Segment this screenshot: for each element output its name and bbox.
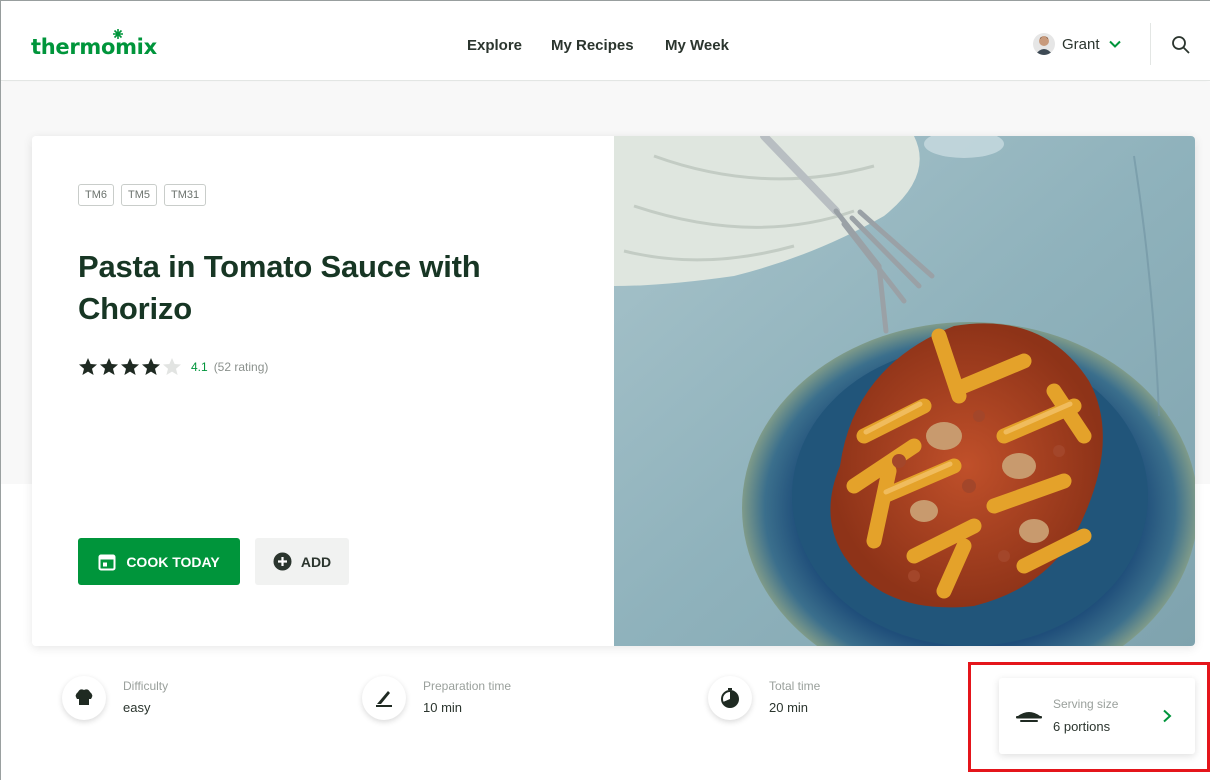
thermomix-logo[interactable]: thermomix <box>31 35 157 59</box>
top-navigation-bar: thermomix Explore My Recipes My Week Gra… <box>1 1 1210 81</box>
add-button[interactable]: ADD <box>255 538 349 585</box>
recipe-hero-card: TM6 TM5 TM31 Pasta in Tomato Sauce with … <box>32 136 1195 646</box>
difficulty-value: easy <box>123 700 151 715</box>
cook-today-button[interactable]: COOK TODAY <box>78 538 240 585</box>
difficulty-label: Difficulty <box>123 679 169 693</box>
device-tag: TM5 <box>121 184 157 206</box>
difficulty-info: Difficulty easy <box>62 676 168 720</box>
rating-count: (52 rating) <box>213 360 269 374</box>
cook-today-label: COOK TODAY <box>126 553 220 570</box>
star-filled-icon <box>142 358 160 375</box>
rating-value: 4.1 <box>191 360 208 374</box>
serving-size-button[interactable]: Serving size 6 portions <box>999 678 1195 754</box>
recipe-rating[interactable]: 4.1 (52 rating) <box>78 357 268 377</box>
serving-dish-icon <box>1016 712 1042 722</box>
preparation-time-label: Preparation time <box>423 679 512 693</box>
user-menu[interactable]: Grant <box>1033 33 1121 55</box>
device-tag: TM31 <box>164 184 207 206</box>
star-filled-icon <box>121 358 139 375</box>
timer-icon <box>708 676 752 720</box>
total-time-label: Total time <box>769 679 821 693</box>
star-empty-icon <box>163 358 181 375</box>
add-label: ADD <box>300 553 332 570</box>
preparation-time-info: Preparation time 10 min <box>362 676 511 720</box>
calendar-icon <box>98 554 116 570</box>
star-filled-icon <box>79 358 97 375</box>
chef-hat-icon <box>62 676 106 720</box>
device-tag: TM6 <box>78 184 114 206</box>
header-divider <box>1150 23 1151 65</box>
star-filled-icon <box>100 358 118 375</box>
nav-my-week[interactable]: My Week <box>665 37 729 54</box>
nav-explore[interactable]: Explore <box>467 37 522 54</box>
total-time-info: Total time 20 min <box>708 676 820 720</box>
serving-size-value: 6 portions <box>1053 719 1111 734</box>
rating-stars <box>78 357 182 377</box>
knife-icon <box>362 676 406 720</box>
plus-circle-icon <box>273 552 292 571</box>
search-icon[interactable] <box>1171 35 1191 55</box>
total-time-value: 20 min <box>769 700 809 715</box>
recipe-photo <box>614 136 1195 646</box>
user-name: Grant <box>1062 35 1100 53</box>
logo-spark-icon <box>113 29 123 39</box>
avatar <box>1033 33 1055 55</box>
recipe-title: Pasta in Tomato Sauce with Chorizo <box>78 249 481 326</box>
device-tags: TM6 TM5 TM31 <box>78 184 207 206</box>
recipe-summary: TM6 TM5 TM31 Pasta in Tomato Sauce with … <box>32 136 614 646</box>
serving-size-label: Serving size <box>1053 697 1119 711</box>
chevron-right-icon <box>1163 709 1172 723</box>
nav-my-recipes[interactable]: My Recipes <box>551 37 634 54</box>
preparation-time-value: 10 min <box>423 700 463 715</box>
chevron-down-icon <box>1108 40 1121 48</box>
